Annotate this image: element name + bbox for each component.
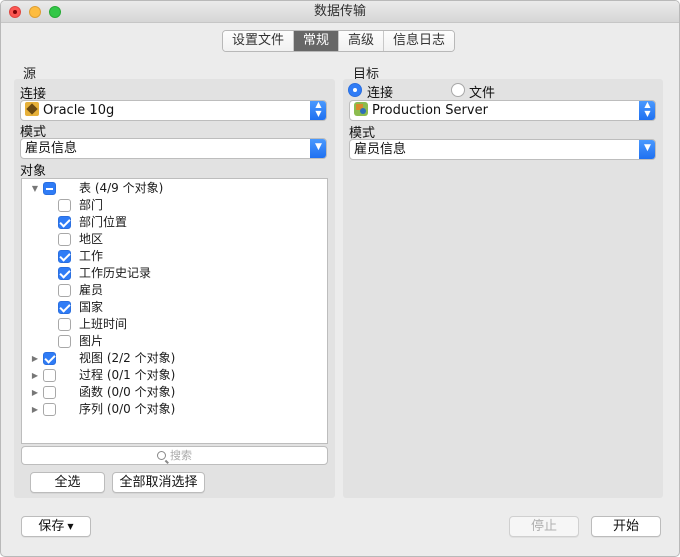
procedures-checkbox[interactable] xyxy=(43,369,56,382)
tree-row-procedures[interactable]: ▶ 过程 (0/1 个对象) xyxy=(22,367,327,384)
tree-row-label: 地区 xyxy=(79,232,104,246)
target-connection-select[interactable]: Production Server ▲ ▼ xyxy=(349,100,656,121)
chevron-down-icon: ▼ xyxy=(639,140,655,159)
server-icon xyxy=(354,102,368,116)
tree-row-label: 函数 (0/0 个对象) xyxy=(79,385,176,399)
tree-row-label: 上班时间 xyxy=(79,317,128,331)
target-connection-radio[interactable] xyxy=(348,83,362,97)
tree-row-table[interactable]: 上班时间 xyxy=(22,316,327,333)
target-file-radio-label: 文件 xyxy=(469,86,496,101)
tree-row-label: 工作历史记录 xyxy=(79,266,152,280)
target-file-radio[interactable] xyxy=(451,83,465,97)
select-all-button[interactable]: 全选 xyxy=(30,472,105,493)
tree-row-label: 工作 xyxy=(79,249,104,263)
table-checkbox[interactable] xyxy=(58,233,71,246)
views-checkbox[interactable] xyxy=(43,352,56,365)
tree-row-tables[interactable]: ▼ 表 (4/9 个对象) xyxy=(22,180,327,197)
close-window-button[interactable] xyxy=(9,6,21,18)
source-connection-select[interactable]: Oracle 10g ▲ ▼ xyxy=(20,100,327,121)
tree-row-label: 部门 xyxy=(79,198,104,212)
tree-row-label: 序列 (0/0 个对象) xyxy=(79,402,176,416)
target-schema-value: 雇员信息 xyxy=(354,142,407,157)
tab-advanced[interactable]: 高级 xyxy=(339,31,385,51)
object-search-input[interactable]: 搜索 xyxy=(21,446,328,465)
tree-row-table[interactable]: 地区 xyxy=(22,231,327,248)
tree-row-table[interactable]: 雇员 xyxy=(22,282,327,299)
title-bar: 数据传输 xyxy=(1,1,679,23)
window-title: 数据传输 xyxy=(313,4,366,19)
table-checkbox[interactable] xyxy=(58,216,71,229)
tree-row-label: 国家 xyxy=(79,300,104,314)
tree-row-sequences[interactable]: ▶ 序列 (0/0 个对象) xyxy=(22,401,327,418)
disclosure-collapsed-icon[interactable]: ▶ xyxy=(30,367,40,384)
tree-row-label: 雇员 xyxy=(79,283,104,297)
table-checkbox[interactable] xyxy=(58,335,71,348)
target-schema-select[interactable]: 雇员信息 ▼ xyxy=(349,139,656,160)
object-tree[interactable]: ▼ 表 (4/9 个对象) 部门 部门位置 地区 工作 工作历史记录 雇员 国家… xyxy=(21,178,328,444)
stop-button[interactable]: 停止 xyxy=(509,516,579,537)
disclosure-collapsed-icon[interactable]: ▶ xyxy=(30,401,40,418)
tab-message-log[interactable]: 信息日志 xyxy=(384,31,455,51)
tree-row-table[interactable]: 工作 xyxy=(22,248,327,265)
tables-checkbox[interactable] xyxy=(43,182,56,195)
source-connection-value: Oracle 10g xyxy=(43,103,115,118)
tree-row-table[interactable]: 部门 xyxy=(22,197,327,214)
tree-row-label: 图片 xyxy=(79,334,104,348)
target-connection-radio-label: 连接 xyxy=(367,86,394,101)
minimize-window-button[interactable] xyxy=(29,6,41,18)
tree-row-table[interactable]: 工作历史记录 xyxy=(22,265,327,282)
deselect-all-button[interactable]: 全部取消选择 xyxy=(112,472,205,493)
zoom-window-button[interactable] xyxy=(49,6,61,18)
save-button-label: 保存 xyxy=(38,519,65,534)
tree-row-views[interactable]: ▶ 视图 (2/2 个对象) xyxy=(22,350,327,367)
source-schema-select[interactable]: 雇员信息 ▼ xyxy=(20,138,327,159)
save-button[interactable]: 保存 ▼ xyxy=(21,516,91,537)
oracle-db-icon xyxy=(25,102,39,116)
chevron-updown-icon: ▲ ▼ xyxy=(639,101,655,120)
chevron-updown-icon: ▲ ▼ xyxy=(310,101,326,120)
source-schema-value: 雇员信息 xyxy=(25,141,78,156)
table-checkbox[interactable] xyxy=(58,199,71,212)
chevron-down-icon: ▼ xyxy=(67,522,74,531)
tree-row-functions[interactable]: ▶ 函数 (0/0 个对象) xyxy=(22,384,327,401)
tree-row-label: 表 (4/9 个对象) xyxy=(79,181,164,195)
tree-row-label: 过程 (0/1 个对象) xyxy=(79,368,176,382)
source-objects-label: 对象 xyxy=(20,164,47,179)
table-checkbox[interactable] xyxy=(58,318,71,331)
tree-row-table[interactable]: 图片 xyxy=(22,333,327,350)
tab-profile[interactable]: 设置文件 xyxy=(223,31,295,51)
disclosure-expanded-icon[interactable]: ▼ xyxy=(30,180,40,197)
tree-row-label: 视图 (2/2 个对象) xyxy=(79,351,176,365)
sequences-checkbox[interactable] xyxy=(43,403,56,416)
tab-bar: 设置文件 常规 高级 信息日志 xyxy=(222,30,456,52)
tree-row-table[interactable]: 部门位置 xyxy=(22,214,327,231)
table-checkbox[interactable] xyxy=(58,250,71,263)
functions-checkbox[interactable] xyxy=(43,386,56,399)
tab-general[interactable]: 常规 xyxy=(294,31,340,51)
tree-row-table[interactable]: 国家 xyxy=(22,299,327,316)
disclosure-collapsed-icon[interactable]: ▶ xyxy=(30,384,40,401)
start-button[interactable]: 开始 xyxy=(591,516,661,537)
disclosure-collapsed-icon[interactable]: ▶ xyxy=(30,350,40,367)
table-checkbox[interactable] xyxy=(58,284,71,297)
search-placeholder: 搜索 xyxy=(170,449,192,462)
tree-row-label: 部门位置 xyxy=(79,215,128,229)
table-checkbox[interactable] xyxy=(58,267,71,280)
table-checkbox[interactable] xyxy=(58,301,71,314)
target-connection-value: Production Server xyxy=(372,103,488,118)
data-transfer-window: 数据传输 设置文件 常规 高级 信息日志 源 连接 Oracle 10g ▲ ▼ … xyxy=(0,0,680,557)
chevron-down-icon: ▼ xyxy=(310,139,326,158)
search-icon xyxy=(157,451,166,460)
